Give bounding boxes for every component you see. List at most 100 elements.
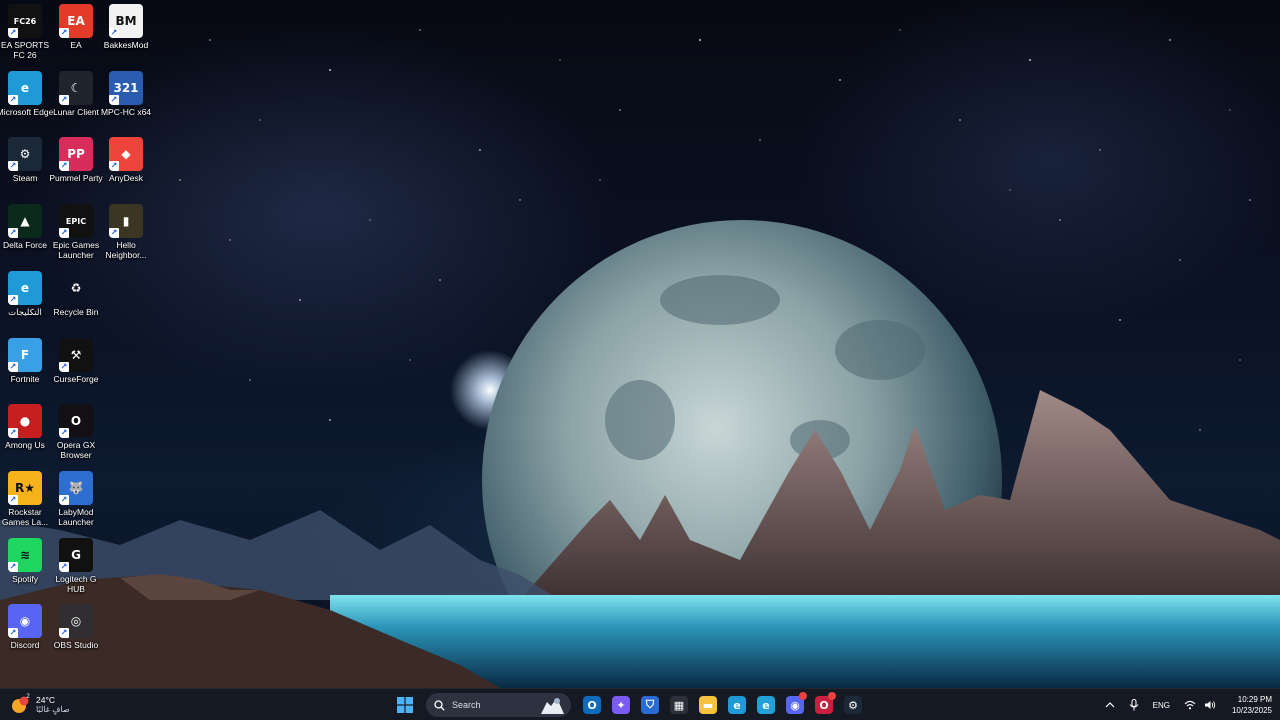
edge-taskbar-taskbar-button[interactable]: e [753,692,779,718]
taskbar-center: Search O ✦ ⛉ ▦ ▬ e e ◉ O ⚙ [392,692,866,718]
shortcut-arrow-icon: ↗ [59,28,69,38]
desktop-icon-label: Opera GX Browser [56,440,96,461]
shortcut-arrow-icon: ↗ [109,94,119,105]
desktop-icon-steam[interactable]: ⚙ ↗ Steam [0,137,50,201]
discord-icon: ◉ ↗ [8,604,42,639]
opera-gx-icon: O ↗ [59,404,93,439]
desktop-icon-bakkesmod[interactable]: BM ↗ BakkesMod [101,4,151,68]
desktop-icon-rockstar-launcher[interactable]: R★ ↗ Rockstar Games La... [0,470,50,535]
desktop-icon-obs-studio[interactable]: ◎ ↗ OBS Studio [51,604,101,668]
copilot-taskbar-button[interactable]: ✦ [608,692,634,718]
desktop-icon-labymod[interactable]: 🐺 ↗ LabyMod Launcher [51,470,101,535]
spotify-icon: ≋ ↗ [8,537,42,572]
desktop-icon-lunar-client[interactable]: ☾ ↗ Lunar Client [51,70,101,135]
obs-studio-icon: ◎ ↗ [59,604,93,639]
desktop-icon-mpc-hc[interactable]: 321 ↗ MPC-HC x64 [101,70,151,135]
outlook-taskbar-button[interactable]: O [579,692,605,718]
microphone-icon[interactable] [1129,699,1139,711]
desktop-icon-ea-fc26[interactable]: FC26 ↗ EA SPORTS FC 26 [0,4,50,68]
defender-icon: ⛉ [641,696,659,714]
edge-dev-icon: e [728,696,746,714]
shortcut-arrow-icon: ↗ [109,161,119,172]
chevron-up-icon[interactable] [1105,700,1115,710]
opera-gx-taskbar-taskbar-button[interactable]: O [811,692,837,718]
shortcut-arrow-icon: ↗ [8,228,18,239]
desktop-icon-spotify[interactable]: ≋ ↗ Spotify [0,537,50,602]
ea-fc26-icon: FC26 ↗ [8,4,42,38]
windows-logo-icon [397,697,413,713]
wallpaper-art [0,29,1280,688]
weather-badge: 2 [26,694,30,700]
system-tray: ENG 10:29 PM 10/23/2025 [1105,692,1272,718]
steam-taskbar-icon: ⚙ [844,696,862,714]
desktop-icon-logitech-ghub[interactable]: G ↗ Logitech G HUB [51,537,101,602]
desktop-icon-discord[interactable]: ◉ ↗ Discord [0,604,50,668]
wifi-icon[interactable] [1184,700,1196,710]
desktop-icon-hello-neighbor[interactable]: ▮ ↗ Hello Neighbor... [101,204,151,268]
epic-games-icon: EPIC ↗ [59,204,93,239]
notification-badge [828,692,836,700]
desktop-icon-label: OBS Studio [53,640,99,651]
microsoft-store-icon: ▦ [670,696,688,714]
shortcut-arrow-icon: ↗ [59,228,69,239]
desktop-icon-label: BakkesMod [103,40,149,50]
outlook-icon: O [583,696,601,714]
start-button[interactable] [392,692,418,718]
desktop-icon-fortnite[interactable]: F ↗ Fortnite [0,337,50,402]
shortcut-arrow-icon: ↗ [8,361,18,372]
shortcut-arrow-icon: ↗ [59,94,69,105]
copilot-icon: ✦ [612,696,630,714]
desktop-icon-delta-force[interactable]: ▲ ↗ Delta Force [0,204,50,268]
desktop-icon-pummel-party[interactable]: PP ↗ Pummel Party [49,137,103,201]
bakkesmod-icon: BM ↗ [109,4,143,38]
desktop-icon-opera-gx[interactable]: O ↗ Opera GX Browser [51,404,101,468]
desktop-icon-label: LabyMod Launcher [58,506,94,527]
edge-dev-taskbar-button[interactable]: e [724,692,750,718]
shortcut-arrow-icon: ↗ [109,228,119,239]
discord-taskbar-taskbar-button[interactable]: ◉ [782,692,808,718]
defender-taskbar-button[interactable]: ⛉ [637,692,663,718]
shortcut-arrow-icon: ↗ [8,561,18,572]
mpc-hc-icon: 321 ↗ [109,70,143,105]
desktop-icon-edge-shortcut[interactable]: e ↗ التكليجات [0,270,50,335]
edge-icon: e ↗ [8,70,42,105]
desktop-icon-label: Recycle Bin [53,306,99,317]
lunar-client-icon: ☾ ↗ [59,70,93,105]
desktop-icon-label: AnyDesk [108,173,143,184]
desktop-icon-recycle-bin[interactable]: ♻ Recycle Bin [51,271,101,335]
fortnite-icon: F ↗ [8,337,42,372]
delta-force-icon: ▲ ↗ [8,204,42,239]
logitech-ghub-icon: G ↗ [59,537,93,572]
shortcut-arrow-icon: ↗ [59,561,69,572]
desktop-icon-curseforge[interactable]: ⚒ ↗ CurseForge [51,337,101,402]
weather-condition: صافٍ غالبًا [36,705,70,714]
search-icon [434,699,445,711]
weather-widget[interactable]: 2 24°C صافٍ غالبًا [10,693,70,717]
clock-date: 10/23/2025 [1231,706,1272,715]
shortcut-arrow-icon: ↗ [59,361,69,372]
search-placeholder: Search [452,700,481,710]
recycle-bin-icon: ♻ [70,280,82,295]
microsoft-store-taskbar-button[interactable]: ▦ [666,692,692,718]
desktop-wallpaper [0,0,1280,688]
weather-icon: 2 [10,694,30,715]
desktop-icon-anydesk[interactable]: ◆ ↗ AnyDesk [101,137,151,201]
curseforge-icon: ⚒ ↗ [59,337,93,372]
shortcut-arrow-icon: ↗ [59,428,69,439]
volume-icon[interactable] [1204,700,1216,710]
anydesk-icon: ◆ ↗ [109,137,143,172]
edge-taskbar-icon: e [757,696,775,714]
desktop-icon-epic-games[interactable]: EPIC ↗ Epic Games Launcher [51,204,101,268]
clock[interactable]: 10:29 PM 10/23/2025 [1232,694,1272,716]
steam-taskbar-taskbar-button[interactable]: ⚙ [840,692,866,718]
desktop-icon-among-us[interactable]: ● ↗ Among Us [0,404,50,468]
shortcut-arrow-icon: ↗ [8,28,18,38]
desktop-icon-ea-app[interactable]: EA ↗ EA [51,4,101,68]
input-language[interactable]: ENG [1153,701,1170,710]
taskbar-search-box[interactable]: Search [426,693,571,717]
desktop-icon-edge[interactable]: e ↗ Microsoft Edge [0,70,53,135]
shortcut-arrow-icon: ↗ [8,428,18,439]
file-explorer-taskbar-button[interactable]: ▬ [695,692,721,718]
desktop-icon-label: CurseForge [53,373,99,384]
shortcut-arrow-icon: ↗ [8,294,18,305]
